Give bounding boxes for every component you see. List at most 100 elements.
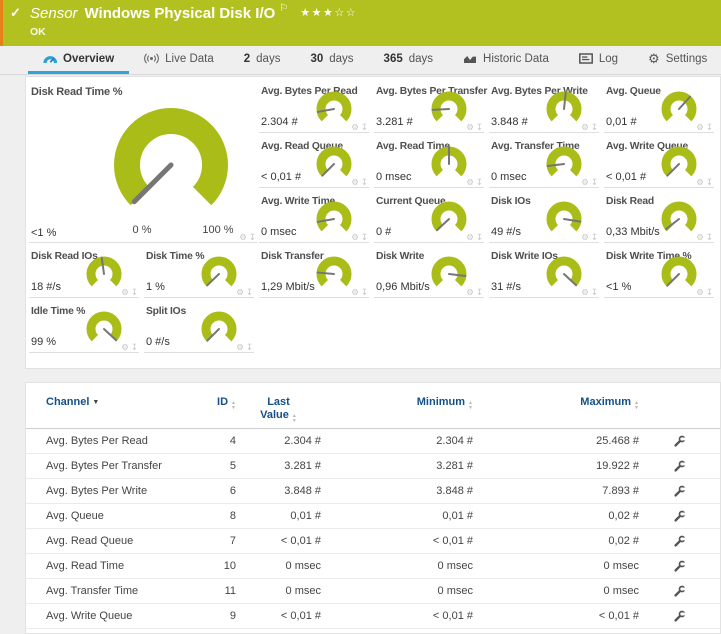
tab-live-data[interactable]: Live Data [129, 46, 229, 74]
gauge-tile[interactable]: Avg. Read Time 0 msec ⚙ ↧ [374, 140, 484, 188]
pin-icon[interactable]: ↧ [246, 343, 253, 352]
pin-icon[interactable]: ↧ [591, 178, 598, 187]
column-header-last-value[interactable]: LastValue▲▼ [236, 396, 321, 423]
gear-icon[interactable]: ⚙ [466, 288, 474, 297]
gauges-panel: Disk Read Time % 0 % 100 % <1 % ⚙ ↧ Avg.… [25, 76, 721, 369]
column-header-minimum[interactable]: Minimum▲▼ [321, 396, 473, 410]
column-header-id[interactable]: ID▲▼ [196, 396, 236, 410]
gauge-tile[interactable]: Avg. Read Queue < 0,01 # ⚙ ↧ [259, 140, 369, 188]
pin-icon[interactable]: ↧ [361, 233, 368, 242]
gear-icon[interactable]: ⚙ [351, 233, 359, 242]
column-header-channel[interactable]: Channel▼ [46, 396, 196, 408]
gauge-value: 0 msec [376, 171, 411, 183]
gauge-tile[interactable]: Disk Write IOs 31 #/s ⚙ ↧ [489, 250, 599, 298]
pin-icon[interactable]: ↧ [131, 343, 138, 352]
last-value: 2.304 # [236, 435, 321, 447]
gauge-tile[interactable]: Avg. Bytes Per Write 3.848 # ⚙ ↧ [489, 85, 599, 133]
gear-icon[interactable]: ⚙ [581, 233, 589, 242]
gauge-tile[interactable]: Avg. Bytes Per Read 2.304 # ⚙ ↧ [259, 85, 369, 133]
gauge-tile[interactable]: Disk Time % 1 % ⚙ ↧ [144, 250, 254, 298]
pin-icon[interactable]: ↧ [706, 178, 713, 187]
pin-icon[interactable]: ↧ [249, 233, 256, 242]
gear-icon[interactable]: ⚙ [581, 288, 589, 297]
gear-icon[interactable]: ⚙ [581, 123, 589, 132]
gear-icon[interactable]: ⚙ [236, 288, 244, 297]
primary-gauge-tile[interactable]: Disk Read Time % 0 % 100 % <1 % ⚙ ↧ [29, 85, 257, 243]
flag-icon[interactable]: ⚐ [279, 3, 288, 14]
pin-icon[interactable]: ↧ [361, 178, 368, 187]
wrench-icon[interactable] [673, 460, 686, 473]
gauge-dial [197, 309, 241, 349]
gear-icon[interactable]: ⚙ [696, 288, 704, 297]
gear-icon[interactable]: ⚙ [351, 288, 359, 297]
column-header-maximum[interactable]: Maximum▲▼ [473, 396, 639, 410]
tab-historic-data[interactable]: Historic Data [448, 46, 564, 74]
table-row: Avg. Bytes Per Write 6 3.848 # 3.848 # 7… [26, 479, 720, 504]
gauge-tile[interactable]: Disk Write Time % <1 % ⚙ ↧ [604, 250, 714, 298]
gauge-tile[interactable]: Disk Write 0,96 Mbit/s ⚙ ↧ [374, 250, 484, 298]
gauge-value: <1 % [31, 227, 56, 239]
pin-icon[interactable]: ↧ [476, 178, 483, 187]
tab-30-days[interactable]: 30 days [295, 46, 368, 74]
pin-icon[interactable]: ↧ [361, 288, 368, 297]
gauge-tile[interactable]: Avg. Queue 0,01 # ⚙ ↧ [604, 85, 714, 133]
gauge-tile[interactable]: Disk Transfer 1,29 Mbit/s ⚙ ↧ [259, 250, 369, 298]
gear-icon[interactable]: ⚙ [466, 123, 474, 132]
wrench-icon[interactable] [673, 560, 686, 573]
gear-icon[interactable]: ⚙ [121, 288, 129, 297]
sensor-header: ✓ Sensor Windows Physical Disk I/O ⚐ ★★★… [0, 0, 721, 46]
wrench-icon[interactable] [673, 535, 686, 548]
wrench-icon[interactable] [673, 485, 686, 498]
wrench-icon[interactable] [673, 510, 686, 523]
wrench-icon[interactable] [673, 435, 686, 448]
pin-icon[interactable]: ↧ [131, 288, 138, 297]
gear-icon[interactable]: ⚙ [466, 178, 474, 187]
minimum-value: 3.281 # [321, 460, 473, 472]
pin-icon[interactable]: ↧ [361, 123, 368, 132]
pin-icon[interactable]: ↧ [591, 288, 598, 297]
gear-icon[interactable]: ⚙ [466, 233, 474, 242]
gauge-tile[interactable]: Avg. Transfer Time 0 msec ⚙ ↧ [489, 140, 599, 188]
gauge-tile[interactable]: Idle Time % 99 % ⚙ ↧ [29, 305, 139, 353]
gear-icon[interactable]: ⚙ [696, 178, 704, 187]
gauge-tile[interactable]: Current Queue 0 # ⚙ ↧ [374, 195, 484, 243]
gear-icon[interactable]: ⚙ [696, 233, 704, 242]
table-row: Avg. Write Queue 9 < 0,01 # < 0,01 # < 0… [26, 604, 720, 629]
priority-stars[interactable]: ★★★☆☆ [300, 6, 357, 19]
wrench-icon[interactable] [673, 610, 686, 623]
gear-icon[interactable]: ⚙ [351, 123, 359, 132]
gauge-tile[interactable]: Avg. Bytes Per Transfer 3.281 # ⚙ ↧ [374, 85, 484, 133]
pin-icon[interactable]: ↧ [476, 233, 483, 242]
gauge-tile[interactable]: Disk Read IOs 18 #/s ⚙ ↧ [29, 250, 139, 298]
pin-icon[interactable]: ↧ [476, 288, 483, 297]
gear-icon[interactable]: ⚙ [239, 233, 247, 242]
gear-icon[interactable]: ⚙ [581, 178, 589, 187]
tab-settings[interactable]: ⚙ Settings [633, 46, 721, 74]
status-badge: OK [30, 26, 46, 38]
channel-name: Avg. Bytes Per Read [46, 435, 196, 447]
pin-icon[interactable]: ↧ [591, 123, 598, 132]
gauge-tile[interactable]: Disk IOs 49 #/s ⚙ ↧ [489, 195, 599, 243]
gauge-tile[interactable]: Split IOs 0 #/s ⚙ ↧ [144, 305, 254, 353]
tab-2-days[interactable]: 2 days [229, 46, 296, 74]
gauge-dial [657, 254, 701, 294]
tab-log[interactable]: Log [564, 46, 633, 74]
pin-icon[interactable]: ↧ [706, 123, 713, 132]
tab-overview[interactable]: Overview [28, 46, 129, 74]
gauge-tile[interactable]: Disk Read 0,33 Mbit/s ⚙ ↧ [604, 195, 714, 243]
pin-icon[interactable]: ↧ [246, 288, 253, 297]
tab-365-days[interactable]: 365 days [369, 46, 448, 74]
pin-icon[interactable]: ↧ [476, 123, 483, 132]
gauge-min-label: 0 % [123, 224, 161, 236]
last-value: 3.848 # [236, 485, 321, 497]
gear-icon[interactable]: ⚙ [121, 343, 129, 352]
wrench-icon[interactable] [673, 585, 686, 598]
gear-icon[interactable]: ⚙ [696, 123, 704, 132]
gear-icon[interactable]: ⚙ [236, 343, 244, 352]
pin-icon[interactable]: ↧ [706, 288, 713, 297]
gauge-tile[interactable]: Avg. Write Queue < 0,01 # ⚙ ↧ [604, 140, 714, 188]
pin-icon[interactable]: ↧ [706, 233, 713, 242]
gear-icon[interactable]: ⚙ [351, 178, 359, 187]
pin-icon[interactable]: ↧ [591, 233, 598, 242]
gauge-tile[interactable]: Avg. Write Time 0 msec ⚙ ↧ [259, 195, 369, 243]
